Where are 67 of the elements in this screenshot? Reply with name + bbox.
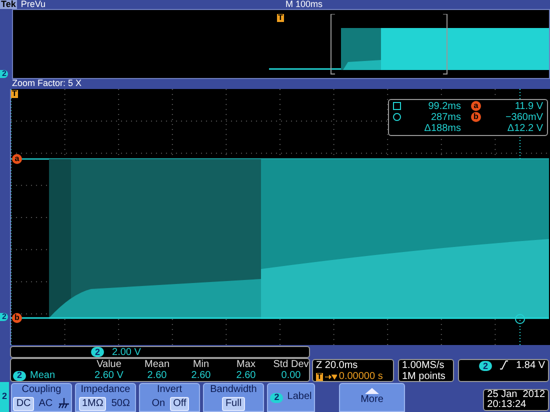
- menu-title: Impedance: [80, 384, 130, 396]
- ground-icon[interactable]: [58, 398, 70, 410]
- time-label: 20:13:24: [487, 400, 528, 410]
- menu-button[interactable]: Coupling DC AC: [11, 383, 72, 412]
- measurement-value: 2.60 V: [94, 370, 124, 381]
- square-icon: [393, 102, 401, 110]
- option-toggle[interactable]: AC: [36, 398, 55, 410]
- measurement-value: 0.00: [280, 370, 302, 381]
- cursor-badge: b: [471, 112, 481, 122]
- zoom-label: Zoom Factor: 5 X: [11, 78, 83, 89]
- column-header: Mean: [143, 359, 170, 370]
- record-length: 1M points: [402, 371, 446, 382]
- arrow-icon: [324, 374, 337, 380]
- menu-value: Full: [222, 396, 245, 411]
- scale-value: 2.00 V: [112, 346, 141, 360]
- channel-badge: 2: [13, 370, 26, 380]
- menu-button[interactable]: Invert On Off: [139, 383, 200, 412]
- trigger-marker: T: [11, 90, 18, 98]
- cursor-badge: a: [471, 101, 481, 112]
- cursor-marker: [515, 314, 525, 324]
- more-button[interactable]: More: [339, 383, 405, 412]
- trigger-marker: T: [277, 14, 284, 22]
- voltage-reading: −360mV: [504, 112, 543, 123]
- label-button[interactable]: 2 Label: [267, 383, 315, 412]
- trigger-level: 1.84 V: [516, 360, 545, 371]
- option-toggle[interactable]: Off: [170, 396, 190, 411]
- measurement-value: 2.60: [146, 370, 168, 381]
- timebase-label: M 100ms: [286, 0, 323, 9]
- column-header: Value: [96, 359, 122, 370]
- up-arrow-icon: [365, 388, 379, 394]
- time-reading: Δ188ms: [423, 122, 461, 134]
- rising-edge-icon: [500, 360, 508, 370]
- channel-badge: 2: [270, 392, 284, 402]
- zoom-timebase: Z 20.0ms: [316, 360, 359, 371]
- option-toggle[interactable]: 50Ω: [109, 398, 132, 410]
- trigger-marker: T: [316, 372, 323, 380]
- option-toggle[interactable]: 1MΩ: [79, 396, 106, 411]
- menu-title: More: [360, 394, 384, 407]
- channel-badge: 2: [479, 361, 492, 371]
- measurement-value: 2.60: [190, 370, 212, 381]
- time-reading: 287ms: [430, 112, 461, 123]
- option-toggle[interactable]: DC: [13, 396, 34, 411]
- cursor-marker: b: [12, 312, 22, 323]
- time-reading: 99.2ms: [427, 100, 461, 112]
- date-label: 25 Jan 2012: [487, 390, 545, 400]
- channel-marker: 2: [0, 70, 8, 78]
- voltage-reading: Δ12.2 V: [506, 122, 543, 134]
- trigger-position: 0.00000 s: [338, 371, 383, 382]
- measurement-value: 2.60: [235, 370, 257, 381]
- brand-label: Tek: [0, 0, 17, 9]
- menu-title: Bandwidth: [210, 384, 257, 396]
- menu-title: Invert: [156, 384, 182, 396]
- channel-badge: 2: [91, 347, 104, 357]
- menu-button[interactable]: Bandwidth Full: [203, 383, 264, 412]
- channel-marker: 2: [0, 312, 8, 321]
- voltage-reading: 11.9 V: [514, 100, 543, 112]
- mode-label: PreVu: [20, 0, 46, 9]
- column-header: Min: [192, 359, 210, 370]
- column-header: Max: [236, 359, 256, 370]
- menu-title: Label: [287, 391, 312, 404]
- measurement-name: Mean: [30, 370, 56, 381]
- menu-button[interactable]: Impedance 1MΩ 50Ω: [75, 383, 136, 412]
- menu-title: Coupling: [22, 384, 62, 396]
- option-toggle[interactable]: On: [150, 398, 168, 410]
- sample-rate: 1.00MS/s: [402, 360, 446, 371]
- cursor-marker: a: [12, 154, 22, 164]
- column-header: Std Dev: [272, 359, 310, 370]
